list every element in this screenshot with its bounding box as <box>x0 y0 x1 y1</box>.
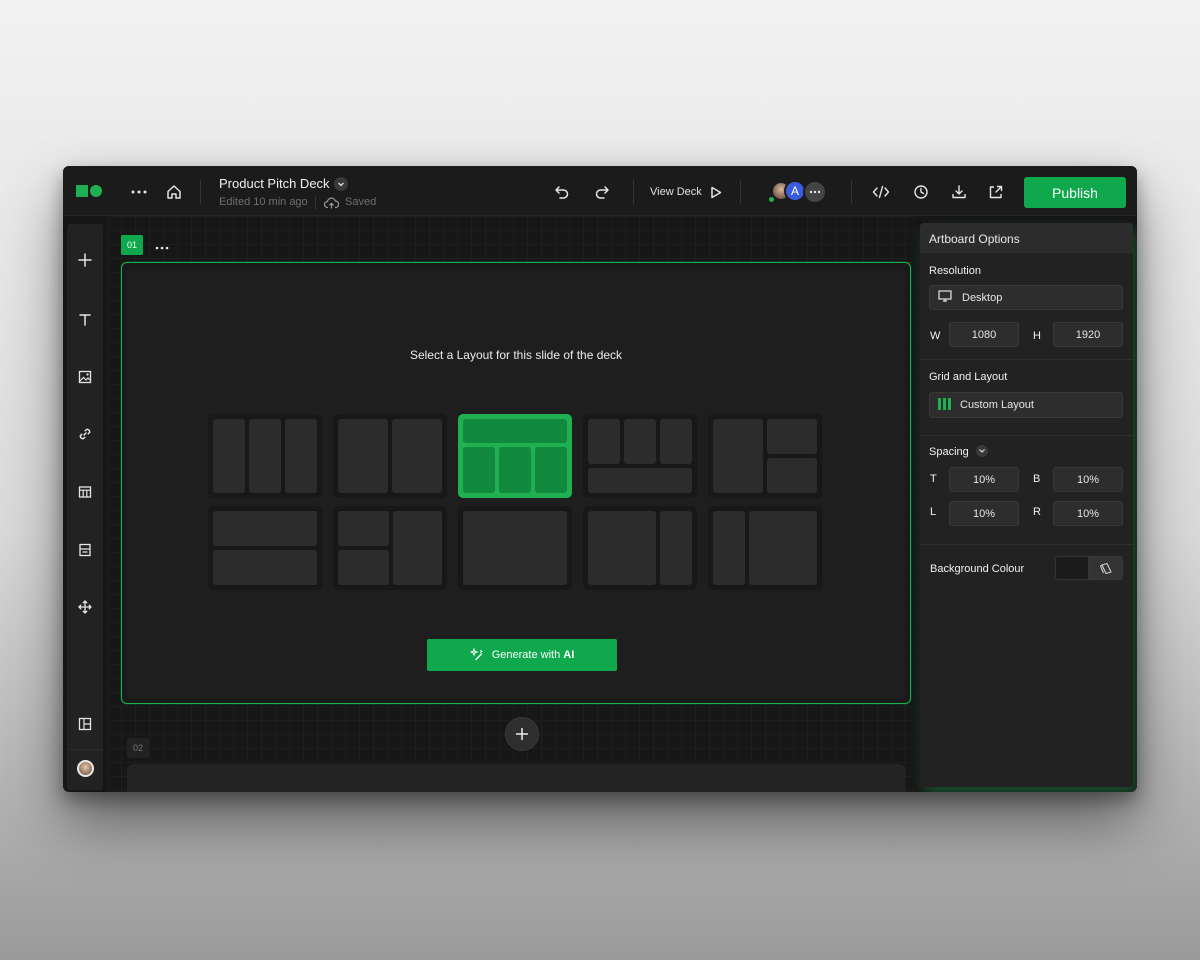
more-collaborators-button[interactable] <box>803 180 827 204</box>
layout-option[interactable] <box>458 506 572 590</box>
table-icon[interactable] <box>67 480 103 504</box>
view-deck-button[interactable]: View Deck <box>650 186 702 198</box>
history-icon[interactable] <box>911 182 931 202</box>
slide-number-badge[interactable]: 01 <box>121 235 143 255</box>
height-label: H <box>1033 330 1041 342</box>
layout-option[interactable] <box>333 414 447 498</box>
chevron-down-icon[interactable] <box>334 177 348 191</box>
spacing-left-label: L <box>930 506 937 518</box>
more-icon[interactable] <box>129 182 149 202</box>
tool-rail <box>67 224 103 790</box>
spacing-top-input[interactable]: 10% <box>949 467 1019 492</box>
logo[interactable] <box>76 185 102 197</box>
divider <box>920 359 1133 360</box>
section-icon[interactable] <box>67 538 103 562</box>
chevron-down-icon[interactable] <box>976 445 988 457</box>
slide-artboard[interactable]: Select a Layout for this slide of the de… <box>121 262 911 704</box>
text-icon[interactable] <box>67 307 103 331</box>
layout-icon[interactable] <box>67 712 103 736</box>
sparkle-icon <box>469 647 484 664</box>
image-icon[interactable] <box>67 365 103 389</box>
columns-icon <box>938 397 951 413</box>
download-icon[interactable] <box>949 182 969 202</box>
slide-number-badge[interactable]: 02 <box>127 738 149 758</box>
divider <box>67 749 103 750</box>
background-colour-swatch[interactable] <box>1055 556 1089 580</box>
background-colour-label: Background Colour <box>930 563 1025 575</box>
publish-button[interactable]: Publish <box>1024 177 1126 208</box>
generate-label: Generate with AI <box>491 649 575 661</box>
layout-option[interactable] <box>583 506 697 590</box>
layout-option[interactable] <box>208 506 322 590</box>
layout-option[interactable] <box>708 414 822 498</box>
add-slide-button[interactable] <box>505 717 539 751</box>
divider <box>851 180 852 204</box>
grid-layout-label: Grid and Layout <box>929 371 1008 383</box>
slide-content: Select a Layout for this slide of the de… <box>127 268 905 698</box>
move-icon[interactable] <box>67 595 103 619</box>
monitor-icon <box>938 290 952 305</box>
width-input[interactable]: 1080 <box>949 322 1019 347</box>
home-icon[interactable] <box>164 182 184 202</box>
plus-icon[interactable] <box>67 248 103 272</box>
panel-title: Artboard Options <box>920 223 1133 253</box>
spacing-bottom-label: B <box>1033 473 1041 485</box>
deck-title[interactable]: Product Pitch Deck <box>219 176 330 191</box>
slide-more-icon[interactable] <box>155 240 169 250</box>
divider <box>200 180 201 204</box>
layout-option[interactable] <box>708 506 822 590</box>
play-icon[interactable] <box>708 184 724 200</box>
resolution-label: Resolution <box>929 265 981 277</box>
spacing-label: Spacing <box>929 446 969 458</box>
divider <box>740 180 741 204</box>
avatar[interactable] <box>77 760 94 777</box>
share-icon[interactable] <box>986 182 1006 202</box>
divider <box>920 544 1133 545</box>
layout-option[interactable] <box>333 506 447 590</box>
link-icon[interactable] <box>67 422 103 446</box>
top-bar: Product Pitch Deck Edited 10 min ago Sav… <box>63 166 1137 216</box>
spacing-right-label: R <box>1033 506 1041 518</box>
undo-icon[interactable] <box>552 182 572 202</box>
spacing-right-input[interactable]: 10% <box>1053 501 1123 526</box>
divider <box>920 435 1133 436</box>
height-input[interactable]: 1920 <box>1053 322 1123 347</box>
grid-layout-select[interactable]: Custom Layout <box>929 392 1123 418</box>
slide-artboard-2[interactable] <box>127 764 905 792</box>
layout-option[interactable] <box>208 414 322 498</box>
divider <box>315 196 316 210</box>
edited-status: Edited 10 min ago <box>219 196 308 208</box>
spacing-top-label: T <box>930 473 937 485</box>
generate-with-ai-button[interactable]: Generate with AI <box>427 639 617 671</box>
cloud-upload-icon <box>323 196 339 210</box>
resolution-value: Desktop <box>962 291 1003 304</box>
paint-bucket-icon[interactable] <box>1089 556 1123 580</box>
layout-option-selected[interactable] <box>458 414 572 498</box>
divider <box>633 180 634 204</box>
code-icon[interactable] <box>870 182 892 202</box>
grid-layout-value: Custom Layout <box>960 399 1034 411</box>
resolution-select[interactable]: Desktop <box>929 285 1123 310</box>
width-label: W <box>930 330 941 342</box>
save-status: Saved <box>345 196 377 208</box>
spacing-bottom-input[interactable]: 10% <box>1053 467 1123 492</box>
redo-icon[interactable] <box>592 182 612 202</box>
online-indicator <box>768 196 775 203</box>
layout-option[interactable] <box>583 414 697 498</box>
layout-prompt: Select a Layout for this slide of the de… <box>409 348 623 362</box>
spacing-left-input[interactable]: 10% <box>949 501 1019 526</box>
artboard-options-panel: Artboard Options Resolution Desktop W 10… <box>920 223 1133 787</box>
app-window: Product Pitch Deck Edited 10 min ago Sav… <box>63 166 1137 792</box>
